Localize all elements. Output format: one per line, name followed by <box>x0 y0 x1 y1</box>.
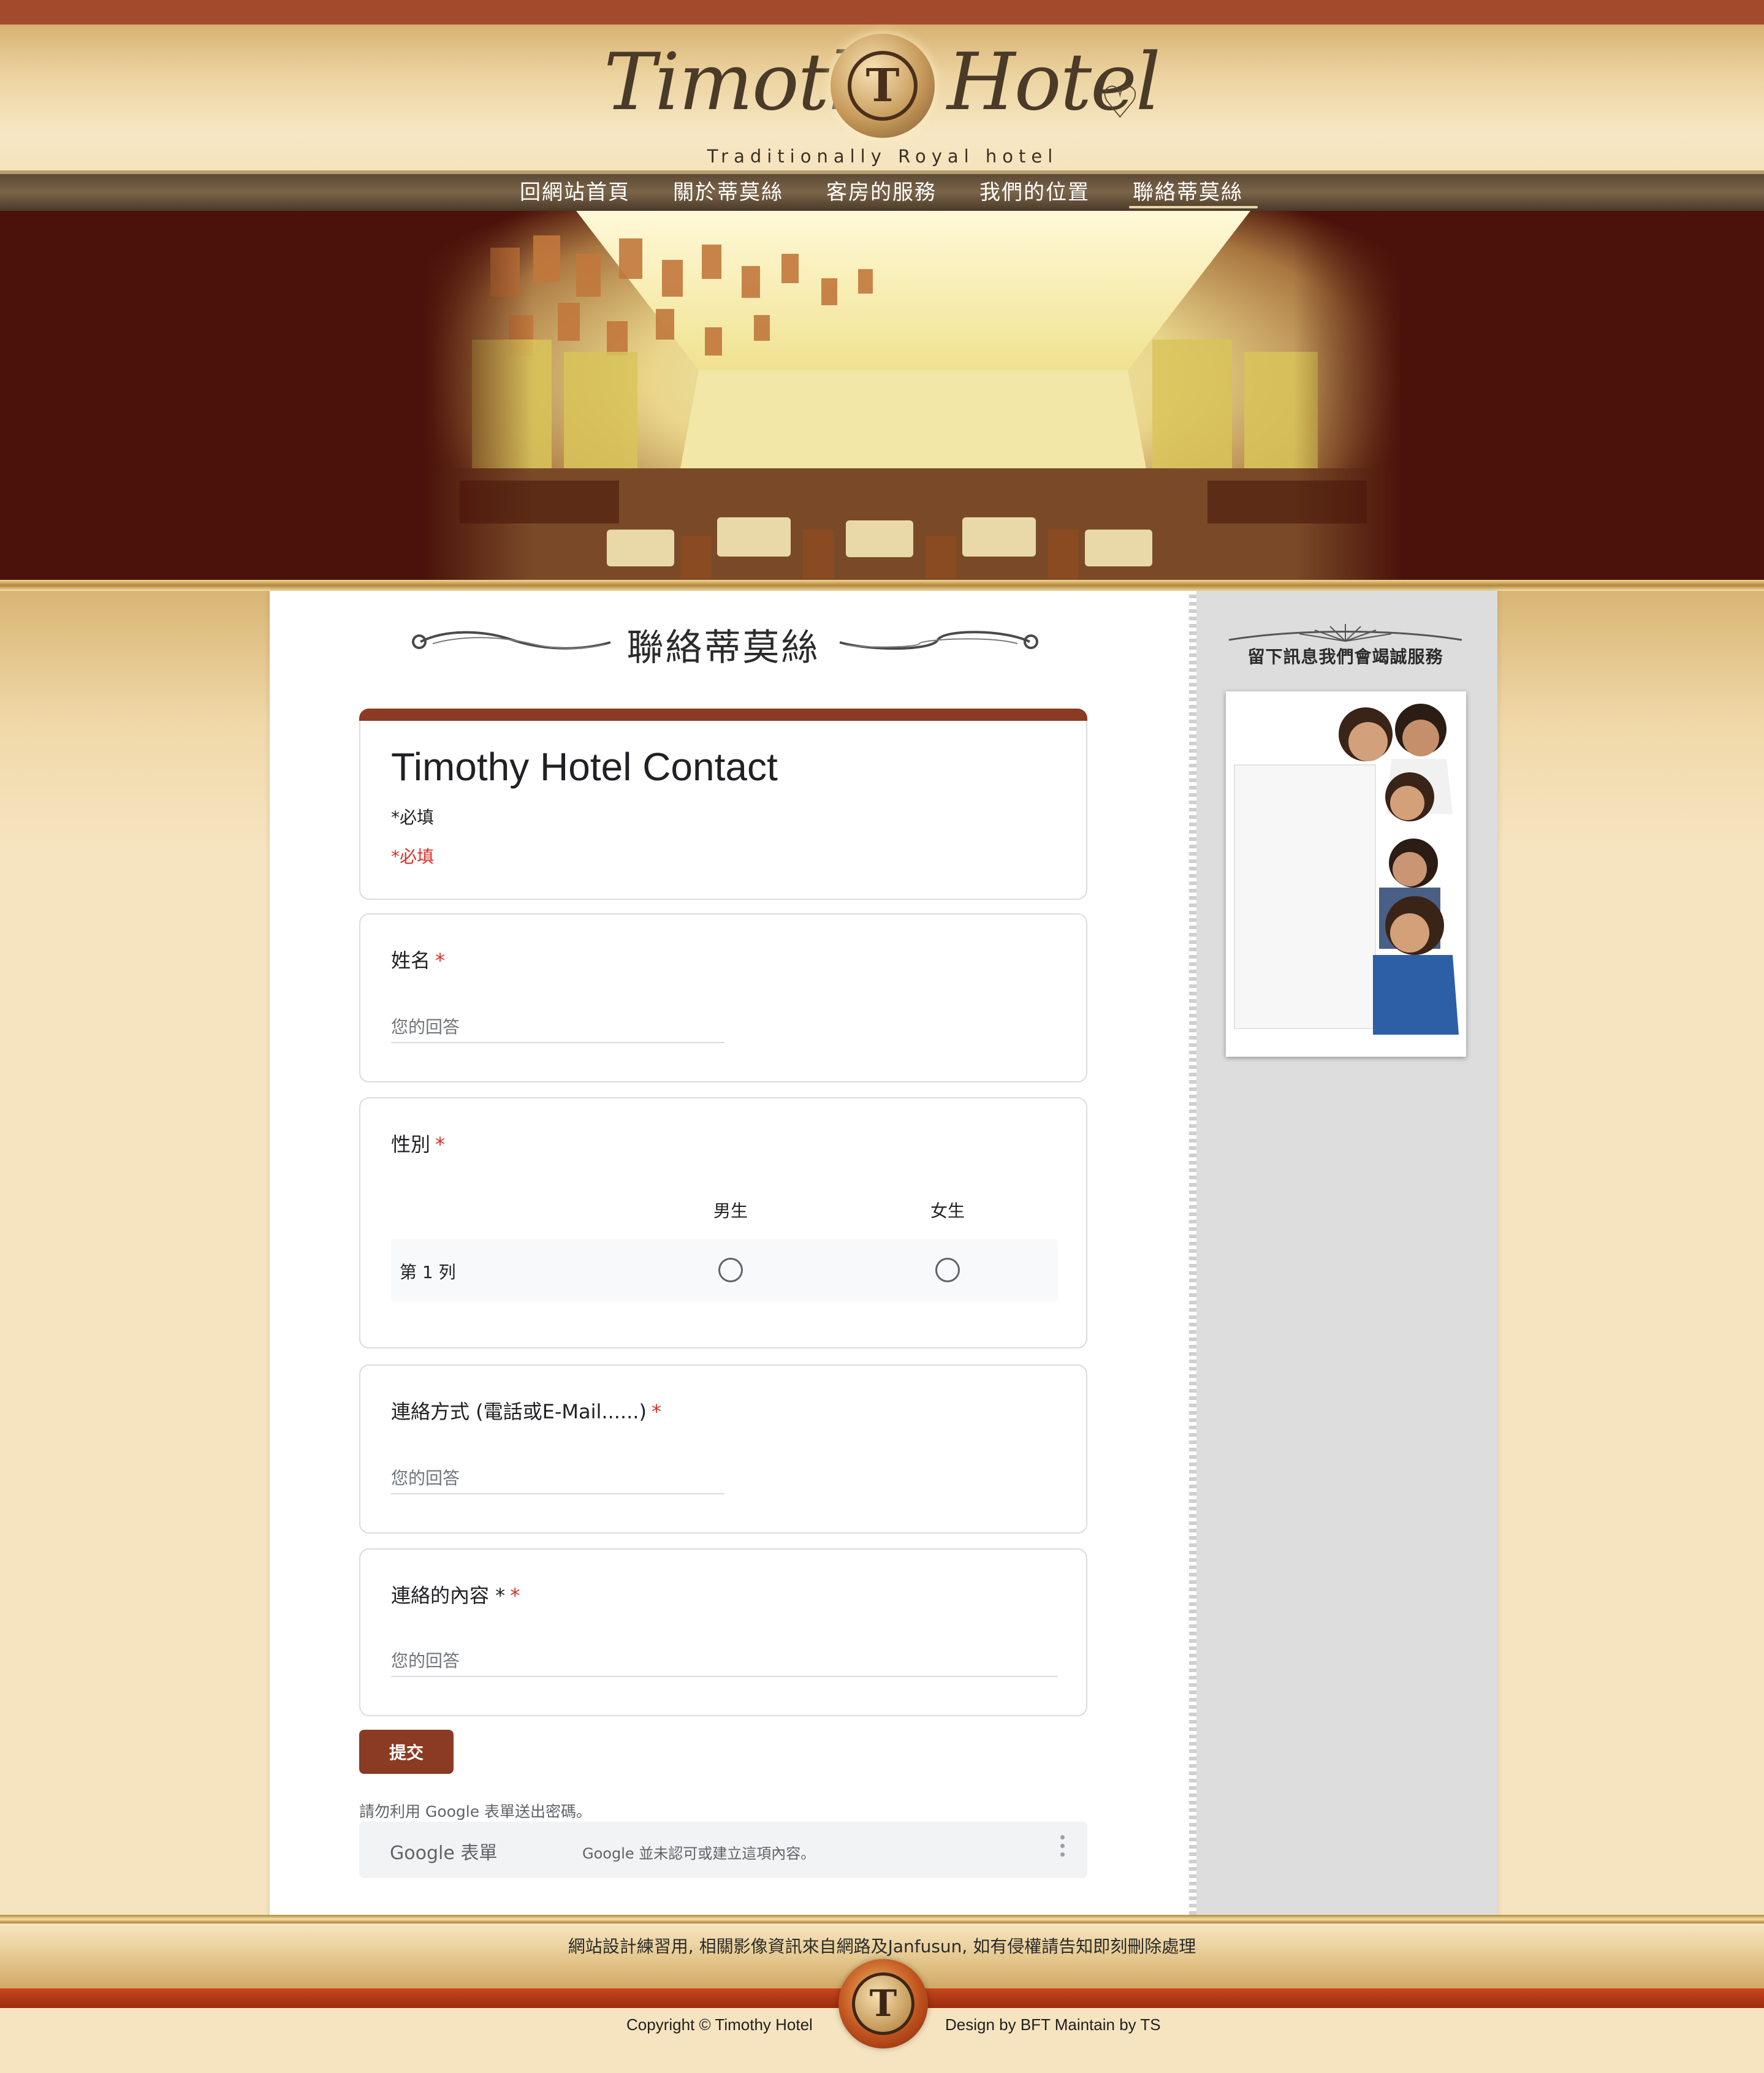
nav-active-indicator <box>1129 206 1258 208</box>
name-input[interactable]: 您的回答 <box>391 1014 460 1038</box>
sidebar-title: 留下訊息我們會竭誠服務 <box>1247 647 1443 667</box>
required-note-red: *必填 <box>391 846 435 867</box>
form-title: Timothy Hotel Contact <box>391 745 778 789</box>
radio-male[interactable] <box>718 1258 743 1282</box>
contact-input[interactable]: 您的回答 <box>391 1465 460 1489</box>
sidebar-ornament-icon <box>1228 624 1462 642</box>
footer-divider <box>0 1915 1764 1923</box>
logo-tagline: Traditionally Royal hotel <box>707 146 1059 167</box>
logo-emblem-letter: T <box>848 51 918 121</box>
nav-item-contact[interactable]: 聯絡蒂莫絲 <box>1133 175 1243 205</box>
footer-copyright: Copyright © Timothy Hotel <box>626 2015 813 2034</box>
question-label-contact: 連絡方式 (電話或E-Mail......) * <box>391 1400 661 1423</box>
question-label-content: 連絡的內容 * * <box>391 1584 520 1607</box>
grid-row: 第 1 列 <box>391 1239 1058 1302</box>
question-card-name: 姓名 * 您的回答 <box>359 913 1087 1082</box>
more-vert-icon[interactable] <box>1060 1835 1065 1861</box>
content-input-underline <box>391 1676 1058 1677</box>
sidebar-edge <box>1189 591 1196 1920</box>
form-header-card: Timothy Hotel Contact *必填 *必填 <box>359 709 1087 900</box>
footer-emblem-letter: T <box>852 1972 914 2035</box>
question-label-name: 姓名 * <box>391 949 446 972</box>
logo-emblem-icon[interactable]: T <box>831 34 935 138</box>
password-warning: 請勿利用 Google 表單送出密碼。 <box>359 1803 592 1820</box>
question-card-content: 連絡的內容 * * 您的回答 <box>359 1548 1087 1716</box>
restaurant-interior-image <box>423 211 1404 582</box>
heart-ornament-icon: ♡ <box>1100 77 1140 128</box>
top-accent-bar <box>0 0 1764 25</box>
google-forms-disclaimer: Google 並未認可或建立這項內容。 <box>582 1845 816 1862</box>
banner-divider <box>0 580 1764 591</box>
footer-emblem-icon: T <box>838 1959 928 2048</box>
question-label-gender: 性別 * <box>391 1133 446 1156</box>
radio-female[interactable] <box>935 1258 960 1282</box>
nav-item-about[interactable]: 關於蒂莫絲 <box>673 175 783 205</box>
required-note: *必填 <box>391 807 435 827</box>
question-card-contact: 連絡方式 (電話或E-Mail......) * 您的回答 <box>359 1364 1087 1534</box>
name-input-underline <box>391 1042 724 1043</box>
grid-row-label: 第 1 列 <box>400 1262 456 1282</box>
flourish-right-icon <box>839 631 1038 650</box>
google-forms-footer: Google 表單 Google 並未認可或建立這項內容。 <box>359 1822 1087 1878</box>
grid-column-female: 女生 <box>930 1201 965 1221</box>
nav-item-home[interactable]: 回網站首頁 <box>520 175 630 205</box>
google-forms-logo[interactable]: Google 表單 <box>390 1838 497 1865</box>
nav-item-rooms[interactable]: 客房的服務 <box>826 175 937 205</box>
question-card-gender: 性別 * 男生 女生 第 1 列 <box>359 1097 1087 1348</box>
people-with-board-image <box>1226 691 1466 1057</box>
content-input[interactable]: 您的回答 <box>391 1648 460 1672</box>
submit-button[interactable]: 提交 <box>359 1730 454 1774</box>
grid-column-male: 男生 <box>713 1201 748 1221</box>
footer-credit: Design by BFT Maintain by TS <box>945 2015 1161 2034</box>
footer-note: 網站設計練習用, 相關影像資訊來自網路及Janfusun, 如有侵權請告知即刻刪… <box>568 1936 1196 1957</box>
page-title: 聯絡蒂莫絲 <box>626 626 820 669</box>
form-accent-band <box>359 709 1087 721</box>
nav-item-location[interactable]: 我們的位置 <box>979 175 1090 205</box>
contact-input-underline <box>391 1493 724 1494</box>
